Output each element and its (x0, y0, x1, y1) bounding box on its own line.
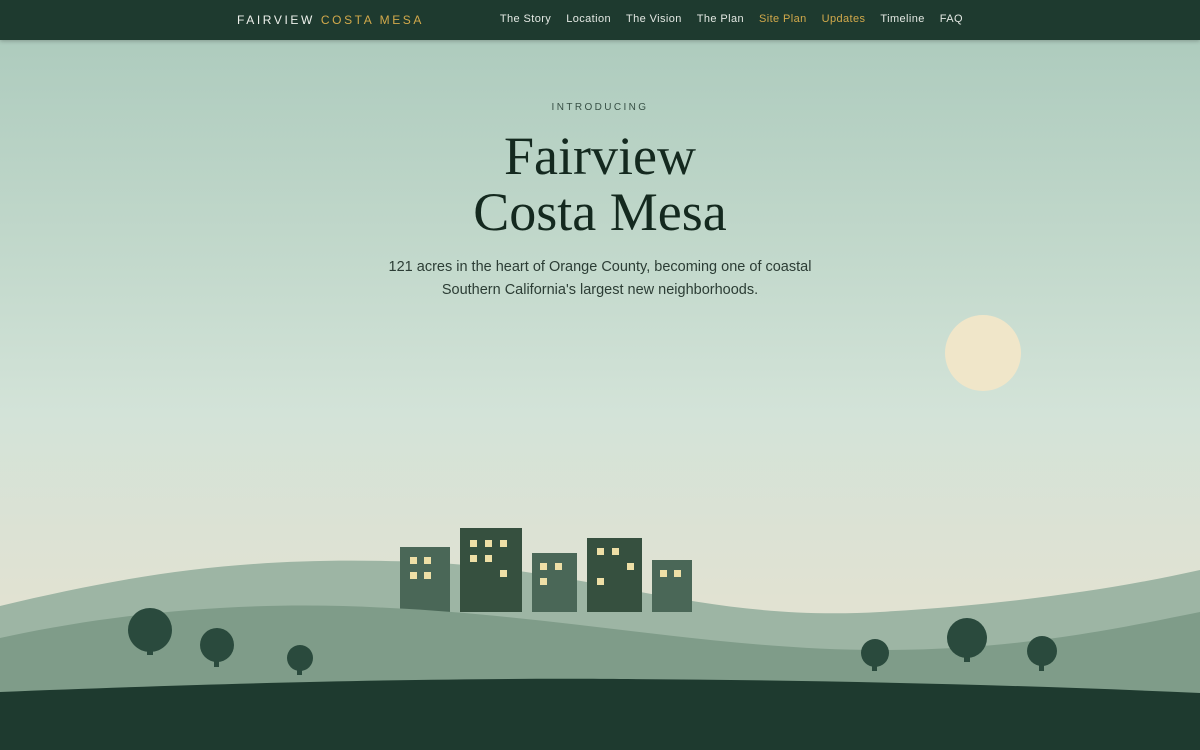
building-icon (460, 528, 522, 612)
hero-title-line-2: Costa Mesa (473, 182, 727, 242)
hero-page: FAIRVIEW COSTA MESA The Story Location T… (0, 0, 1200, 750)
nav-link-the-plan[interactable]: The Plan (697, 13, 744, 25)
building-icon (652, 560, 692, 612)
building-icon (587, 538, 642, 612)
foreground-ground (0, 678, 1200, 750)
nav-link-faq[interactable]: FAQ (940, 13, 963, 25)
nav-link-timeline[interactable]: Timeline (880, 13, 924, 25)
brand-name-accent: COSTA MESA (320, 13, 425, 27)
building-icon (532, 553, 577, 612)
hero-subtitle: 121 acres in the heart of Orange County,… (388, 259, 812, 298)
top-navbar: FAIRVIEW COSTA MESA The Story Location T… (0, 0, 1200, 40)
nav-link-location[interactable]: Location (566, 13, 611, 25)
nav-link-the-vision[interactable]: The Vision (626, 13, 682, 25)
brand-logo-link[interactable]: FAIRVIEW COSTA MESA (237, 13, 424, 27)
nav-link-the-story[interactable]: The Story (500, 13, 551, 25)
nav-link-site-plan[interactable]: Site Plan (759, 13, 807, 25)
hero-title-line-1: Fairview (504, 126, 696, 186)
brand-name-primary: FAIRVIEW (237, 13, 315, 27)
hero-eyebrow: INTRODUCING (551, 102, 649, 113)
nav-links: The Story Location The Vision The Plan S… (500, 13, 963, 25)
sun-icon (945, 315, 1021, 391)
hero-title: Fairview Costa Mesa (0, 128, 1200, 240)
nav-link-updates[interactable]: Updates (822, 13, 866, 25)
building-icon (400, 547, 450, 612)
